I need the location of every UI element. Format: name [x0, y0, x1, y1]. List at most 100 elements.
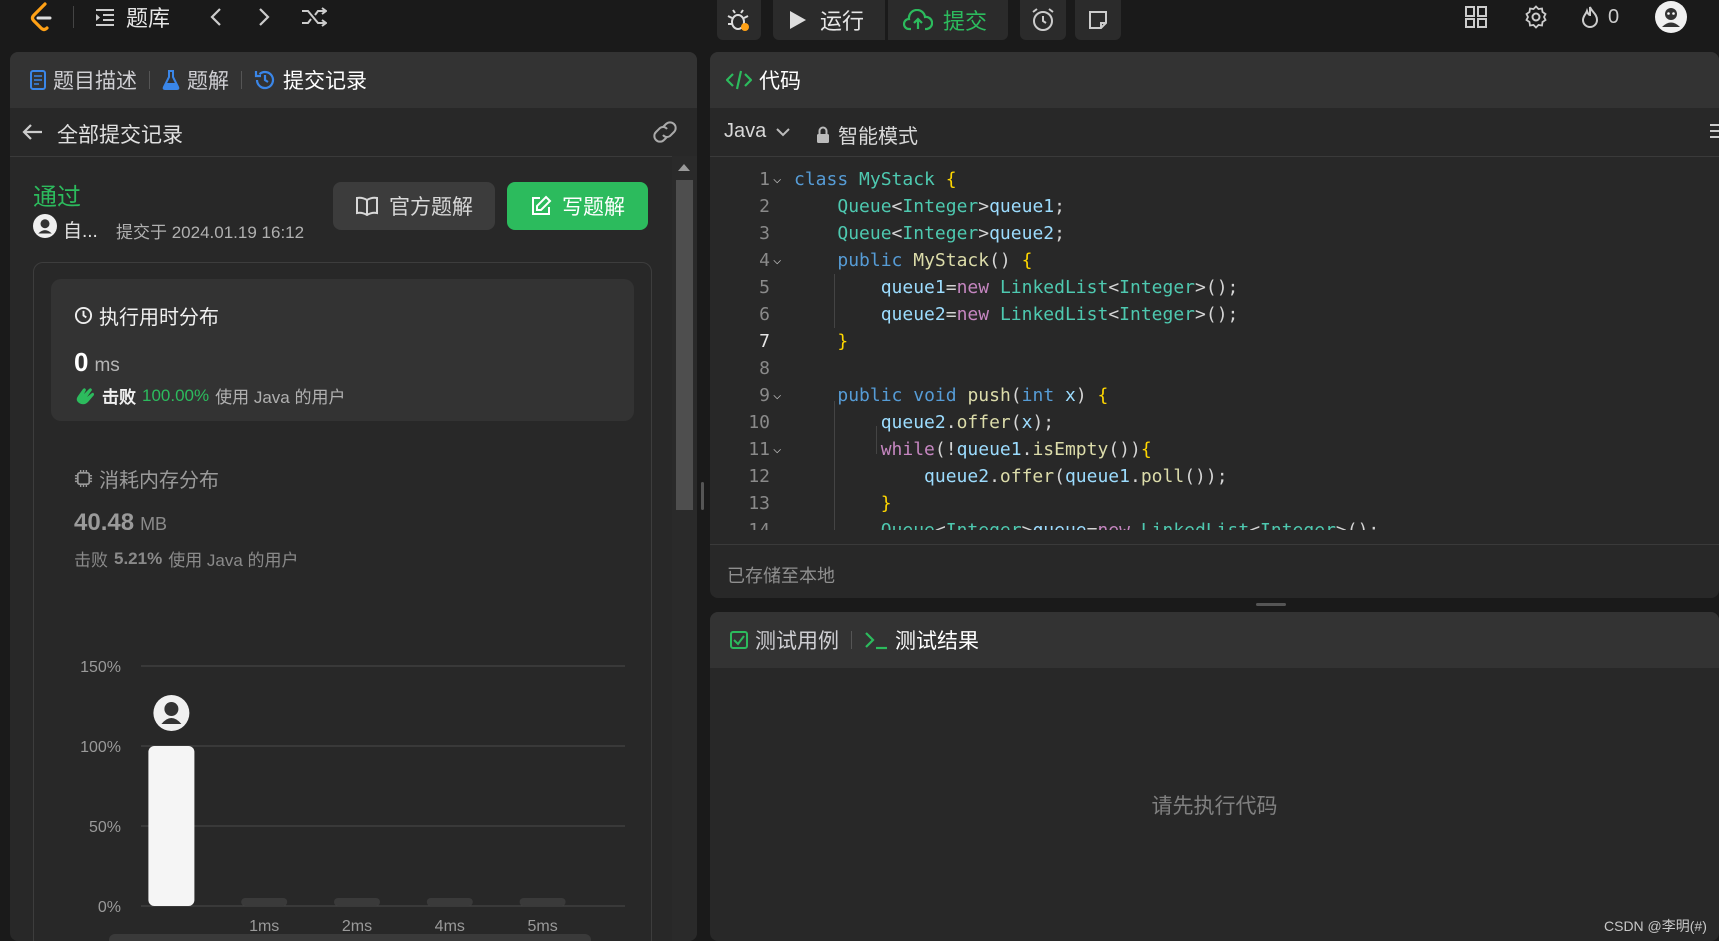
chart-bar[interactable] [334, 898, 380, 906]
code-editor[interactable]: 1 ⌵ class MyStack { 2 Queue<Integer>queue1… [710, 166, 1719, 530]
fold-chevron-icon[interactable]: ⌵ [773, 247, 781, 274]
fold-chevron-icon[interactable]: ⌵ [773, 436, 781, 463]
runtime-value-row: 0 ms [74, 347, 120, 378]
share-link-icon[interactable] [652, 120, 678, 144]
streak-counter[interactable]: 0 [1580, 4, 1619, 30]
runtime-beat-suffix: 使用 Java 的用户 [215, 388, 346, 407]
code-line: 9 ⌵ public void push(int x) { [710, 382, 1719, 409]
note-icon [1089, 11, 1107, 29]
runtime-beat-word: 击败 [102, 388, 136, 407]
memory-unit: MB [140, 514, 168, 534]
code-line: 11 ⌵ while(!queue1.isEmpty()){ [710, 436, 1719, 463]
fold-chevron-icon[interactable]: ⌵ [773, 382, 781, 409]
code-brackets-icon [726, 70, 752, 90]
chip-icon [74, 469, 93, 488]
runtime-title-row: 执行用时分布 [74, 301, 219, 330]
write-solution-button[interactable]: 写题解 [507, 182, 648, 230]
run-label: 运行 [820, 9, 865, 34]
scrollbar-thumb[interactable] [676, 180, 693, 510]
next-problem-icon[interactable] [252, 4, 276, 30]
tab-testcase[interactable]: 测试用例 [730, 625, 839, 655]
code-tab[interactable]: 代码 [726, 65, 801, 95]
top-bar: 题库 运行 提交 0 [0, 0, 1719, 48]
chart-bar[interactable] [241, 898, 288, 906]
submitted-time: 提交于 2024.01.19 16:12 [116, 223, 305, 242]
chart-ytick-label: 0% [98, 899, 121, 916]
runtime-distribution-chart[interactable]: 150% 100% 50% 0% 1ms 2ms 4ms 5ms [51, 592, 634, 941]
settings-gear-icon[interactable] [1522, 4, 1550, 30]
tab-submissions[interactable]: 提交记录 [254, 65, 367, 95]
chart-range-slider[interactable] [109, 934, 591, 941]
run-button[interactable]: 运行 [773, 0, 885, 40]
bug-icon [727, 9, 749, 31]
chart-bar[interactable] [148, 746, 195, 906]
chart-bar[interactable] [426, 898, 473, 906]
back-arrow-icon[interactable] [22, 121, 44, 143]
cloud-upload-icon [903, 9, 933, 31]
code-line: 6 queue2=new LinkedList<Integer>(); [759, 304, 1239, 325]
memory-title: 消耗内存分布 [99, 470, 219, 492]
chart-xtick-label: 1ms [249, 918, 279, 935]
menu-icon[interactable] [1710, 122, 1719, 140]
smart-mode-toggle[interactable]: 智能模式 [816, 120, 918, 149]
submit-label: 提交 [943, 9, 988, 34]
chart-bar[interactable] [519, 898, 566, 906]
fire-icon [1581, 6, 1599, 28]
user-avatar[interactable] [1655, 1, 1687, 33]
chart-ytick-label: 100% [80, 739, 121, 756]
tab-description-label: 题目描述 [53, 70, 137, 93]
scrollbar[interactable] [672, 156, 697, 941]
empty-result-message: 请先执行代码 [1151, 795, 1278, 818]
avatar-icon [1662, 8, 1680, 27]
edit-icon [532, 195, 552, 215]
problem-bank-button[interactable]: 题库 [94, 2, 170, 32]
memory-beat-percent: 5.21% [114, 548, 163, 568]
submitter-avatar [33, 214, 57, 238]
shuffle-icon[interactable] [300, 4, 328, 30]
leetcode-logo-icon[interactable] [26, 0, 58, 34]
memory-title-row: 消耗内存分布 [74, 464, 219, 493]
prev-problem-icon[interactable] [204, 4, 228, 30]
tab-separator [851, 631, 852, 649]
language-label: Java [724, 120, 767, 142]
submission-panel: 题目描述 题解 提交记录 全部提交记录 通过 自... 提交于 2024.01.… [10, 52, 697, 941]
code-line: 12 queue2.offer(queue1.poll()); [748, 466, 1228, 487]
code-footer: 已存储至本地 [710, 544, 1719, 598]
tab-test-result-label: 测试结果 [895, 630, 979, 653]
code-header: 代码 [710, 52, 1719, 108]
alarm-clock-icon [1032, 8, 1054, 31]
code-line: 13 } [748, 493, 892, 514]
all-submissions-title: 全部提交记录 [57, 124, 183, 147]
vertical-splitter-handle[interactable] [701, 482, 704, 510]
tab-description[interactable]: 题目描述 [30, 65, 137, 95]
code-line: 3 Queue<Integer>queue2; [759, 223, 1065, 244]
submitter-name[interactable]: 自... [63, 216, 98, 243]
runtime-unit: ms [94, 355, 120, 376]
notes-button[interactable] [1075, 0, 1121, 40]
debug-button[interactable] [717, 0, 761, 40]
chart-xtick-label: 4ms [435, 918, 465, 935]
chart-svg: 150% 100% 50% 0% 1ms 2ms 4ms 5ms [80, 659, 625, 941]
fold-chevron-icon[interactable]: ⌵ [773, 166, 781, 193]
clock-icon [74, 306, 93, 325]
code-panel: 代码 Java 智能模式 1 ⌵ class MyStack { 2 Queue<I… [710, 52, 1719, 598]
language-select[interactable]: Java [724, 120, 790, 143]
timer-button[interactable] [1020, 0, 1066, 40]
horizontal-splitter-handle[interactable] [1256, 603, 1286, 606]
scroll-up-icon[interactable] [678, 164, 690, 171]
runtime-card[interactable]: 执行用时分布 0 ms 击败 100.00% 使用 Java 的用户 [51, 279, 634, 421]
runtime-beat-percent: 100.00% [142, 385, 210, 405]
chart-xtick-label: 2ms [342, 918, 372, 935]
tab-test-result[interactable]: 测试结果 [864, 625, 979, 655]
tab-separator [241, 71, 242, 89]
memory-card[interactable]: 消耗内存分布 40.48 MB 击败 5.21% 使用 Java 的用户 [51, 447, 634, 570]
chevron-down-icon [776, 127, 790, 136]
chart-xtick-label: 5ms [527, 918, 557, 935]
smart-mode-label: 智能模式 [838, 126, 918, 148]
code-line: 2 Queue<Integer>queue1; [759, 196, 1065, 217]
official-solution-button[interactable]: 官方题解 [333, 182, 495, 230]
tab-solutions[interactable]: 题解 [162, 65, 229, 95]
layout-icon[interactable] [1462, 4, 1490, 30]
submit-button[interactable]: 提交 [888, 0, 1008, 40]
code-line: 5 queue1=new LinkedList<Integer>(); [759, 277, 1239, 298]
